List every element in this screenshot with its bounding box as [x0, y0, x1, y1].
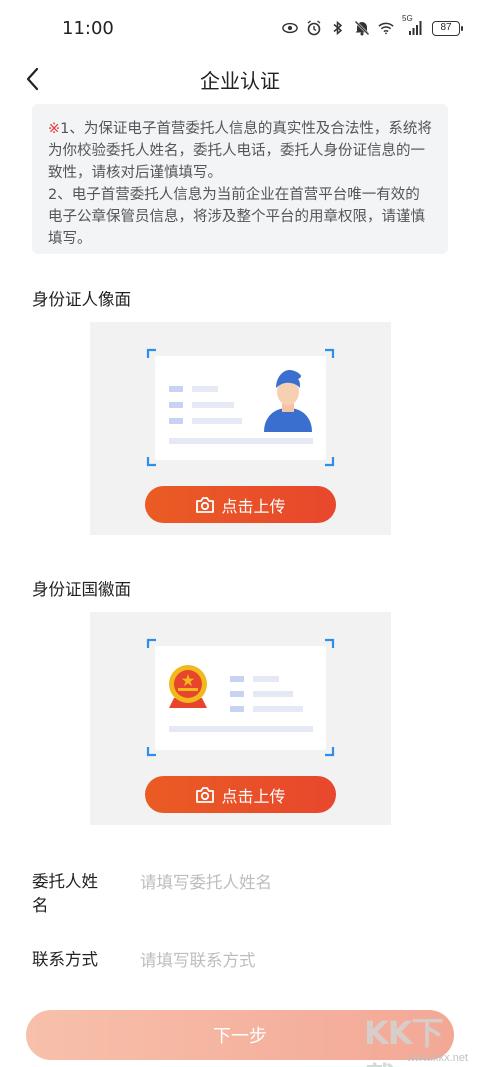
id-back-illustration	[146, 638, 335, 757]
nav-bar: 企业认证	[0, 56, 480, 102]
form-row-name: 委托人姓名	[32, 870, 452, 920]
national-emblem-icon	[169, 665, 207, 708]
status-time: 11:00	[62, 17, 114, 39]
chevron-left-icon	[26, 67, 39, 91]
wifi-icon	[378, 20, 394, 36]
notice-box: ※1、为保证电子首营委托人信息的真实性及合法性，系统将为你校验委托人姓名，委托人…	[32, 104, 448, 254]
notice-mark: ※	[48, 121, 61, 137]
id-front-label: 身份证人像面	[32, 290, 131, 309]
main-content: ※1、为保证电子首营委托人信息的真实性及合法性，系统将为你校验委托人姓名，委托人…	[0, 102, 480, 1002]
status-icons: 5G 87	[282, 14, 463, 36]
id-back-upload-button[interactable]: 点击上传	[145, 776, 336, 813]
notice-line-1: ※1、为保证电子首营委托人信息的真实性及合法性，系统将为你校验委托人姓名，委托人…	[48, 121, 432, 181]
form-row-contact: 联系方式	[32, 948, 452, 976]
eye-icon	[282, 20, 298, 36]
id-front-upload-card[interactable]: 点击上传	[90, 322, 391, 535]
camera-icon	[196, 786, 215, 803]
signal-icon: 5G	[402, 14, 424, 36]
status-bar: 11:00 5G 87	[0, 0, 480, 56]
bluetooth-icon	[330, 20, 346, 36]
signal-label: 5G	[402, 14, 413, 23]
mute-icon	[354, 20, 370, 36]
upload-label: 点击上传	[221, 786, 286, 806]
contact-label: 联系方式	[32, 950, 98, 969]
id-front-illustration	[146, 348, 335, 467]
contact-input[interactable]	[140, 948, 440, 972]
watermark: KK下载 www.kkx.net	[360, 1008, 472, 1067]
id-back-label: 身份证国徽面	[32, 580, 131, 599]
page-title: 企业认证	[200, 68, 280, 93]
upload-label: 点击上传	[221, 496, 286, 516]
id-front-upload-button[interactable]: 点击上传	[145, 486, 336, 523]
watermark-url: www.kkx.net	[406, 1052, 468, 1064]
camera-icon	[196, 496, 215, 513]
notice-line-2: 2、电子首营委托人信息为当前企业在首营平台唯一有效的电子公章保管员信息，将涉及整…	[48, 187, 425, 247]
name-label: 委托人姓名	[32, 872, 98, 915]
name-input[interactable]	[140, 870, 440, 894]
alarm-icon	[306, 20, 322, 36]
back-button[interactable]	[16, 62, 50, 96]
battery-icon: 87	[432, 20, 463, 36]
id-back-upload-card[interactable]: 点击上传	[90, 612, 391, 825]
